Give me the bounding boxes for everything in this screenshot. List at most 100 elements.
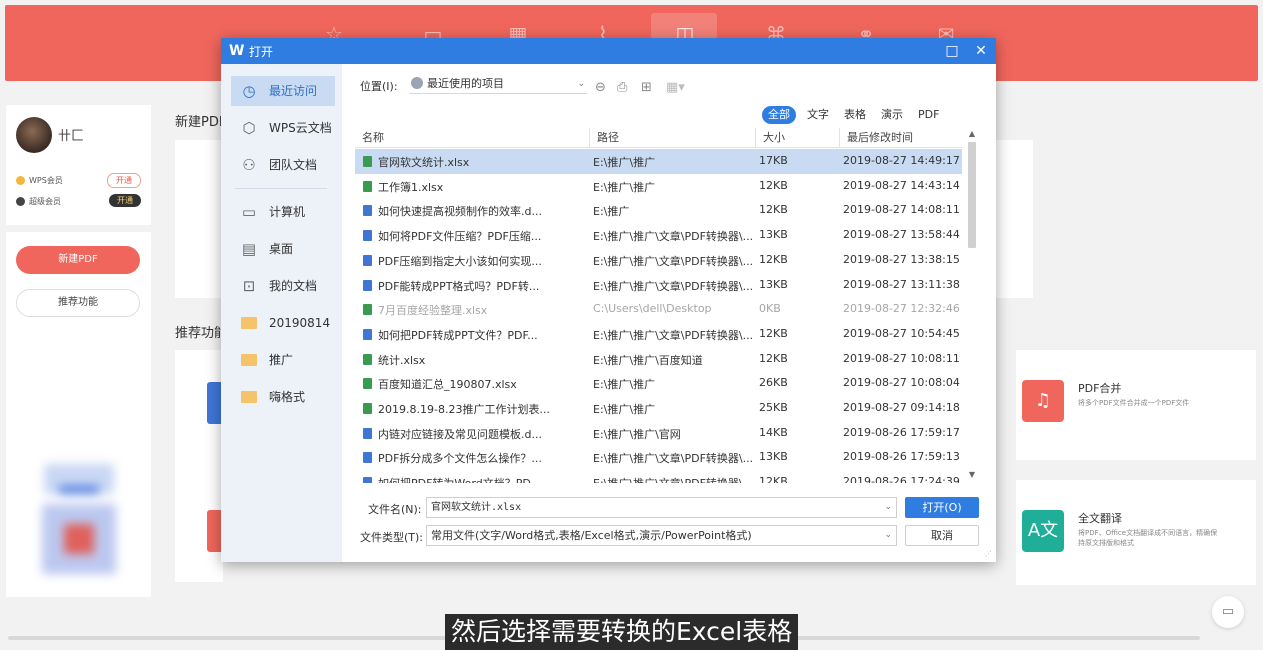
sidebar-item-computer[interactable]: ▭ 计算机	[231, 197, 335, 227]
cancel-button[interactable]: 取消	[905, 525, 979, 546]
sidebar-item-label: 桌面	[269, 242, 294, 256]
file-row[interactable]: PDF压缩到指定大小该如何实现... E:\推广\推广\文章\PDF转换器\...…	[355, 248, 962, 273]
file-row[interactable]: 工作簿1.xlsx E:\推广\推广 12KB 2019-08-27 14:43:14	[355, 174, 962, 199]
resize-grip-icon[interactable]: ⋰	[985, 550, 993, 558]
file-row[interactable]: 7月百度经验整理.xlsx C:\Users\dell\Desktop 0KB 201…	[355, 297, 962, 322]
chat-icon[interactable]: ▭	[1212, 596, 1244, 628]
file-row[interactable]: 官网软文统计.xlsx E:\推广\推广 17KB 2019-08-27 14:49:…	[355, 149, 962, 174]
super-vip-open-button[interactable]: 开通	[109, 194, 141, 207]
filter-all[interactable]: 全部	[762, 106, 796, 124]
file-row[interactable]: 2019.8.19-8.23推广工作计划表... E:\推广\推广 25KB 2019…	[355, 396, 962, 421]
sidebar-item-label: 最近访问	[269, 84, 318, 98]
file-list-scrollbar[interactable]: ▲ ▼	[966, 128, 978, 483]
file-name: 7月百度经验整理.xlsx	[363, 302, 593, 318]
file-modified: 2019-08-27 14:49:17	[843, 154, 960, 167]
sidebar-divider	[235, 188, 327, 189]
file-row[interactable]: 如何将PDF文件压缩？PDF压缩... E:\推广\推广\文章\PDF转换器\..…	[355, 223, 962, 248]
column-size[interactable]: 大小	[755, 128, 839, 148]
filename-value: 官网软文统计.xlsx	[431, 502, 522, 513]
file-name-text: 如何快速提高视频制作的效率.d...	[378, 205, 542, 219]
dialog-title-bar: W 打开 □ ✕	[221, 38, 996, 64]
avatar[interactable]	[16, 117, 52, 153]
sidebar-item-folder-haigeshi[interactable]: 嗨格式	[231, 382, 335, 412]
file-list: 官网软文统计.xlsx E:\推广\推广 17KB 2019-08-27 14:49:…	[355, 149, 962, 483]
column-path[interactable]: 路径	[589, 128, 755, 148]
filter-spreadsheet[interactable]: 表格	[838, 106, 872, 124]
file-row[interactable]: 统计.xlsx E:\推广\推广\百度知道 12KB 2019-08-27 10:08…	[355, 347, 962, 372]
file-path: E:\推广\推广\文章\PDF转换器\...	[593, 475, 753, 483]
sidebar-item-recent[interactable]: ◷ 最近访问	[231, 76, 335, 106]
file-size: 12KB	[759, 326, 788, 340]
file-row[interactable]: 百度知道汇总_190807.xlsx E:\推广\推广 26KB 2019-08-27…	[355, 371, 962, 396]
computer-icon: ▭	[241, 203, 257, 221]
pdf-merge-desc: 将多个PDF文件合并成一个PDF文件	[1078, 399, 1190, 407]
file-path: E:\推广\推广	[593, 378, 656, 392]
file-size: 13KB	[759, 450, 788, 464]
file-name-text: 如何把PDF转成PPT文件？PDF...	[378, 328, 538, 342]
scrollbar-thumb[interactable]	[968, 142, 976, 248]
file-modified: 2019-08-27 14:08:11	[843, 203, 960, 217]
new-folder-icon[interactable]: ⊞	[641, 80, 652, 95]
translate-icon: A文	[1022, 510, 1064, 552]
sidebar-item-folder-promotion[interactable]: 推广	[231, 345, 335, 375]
file-row[interactable]: 如何快速提高视频制作的效率.d... E:\推广 12KB 2019-08-27 14…	[355, 198, 962, 223]
folder-icon	[240, 352, 258, 368]
team-icon: ⚇	[242, 156, 256, 174]
sidebar-item-desktop[interactable]: ▤ 桌面	[231, 234, 335, 264]
file-size: 12KB	[759, 475, 788, 483]
sidebar-item-my-documents[interactable]: ⊡ 我的文档	[231, 271, 335, 301]
file-row[interactable]: 如何把PDF转成PPT文件？PDF... E:\推广\推广\文章\PDF转换器\.…	[355, 322, 962, 347]
filter-pdf[interactable]: PDF	[912, 106, 945, 124]
wps-vip-open-button[interactable]: 开通	[107, 173, 141, 188]
dialog-sidebar: ◷ 最近访问 ⬡ WPS云文档 ⚇ 团队文档 ▭ 计算机 ▤ 桌面 ⊡ 我的文档 20190…	[221, 64, 342, 562]
sidebar-item-folder-20190814[interactable]: 20190814 ...	[231, 308, 335, 360]
file-row[interactable]: PDF能转成PPT格式吗？PDF转... E:\推广\推广\文章\PDF转换器\.…	[355, 273, 962, 298]
file-modified: 2019-08-26 17:59:17	[843, 425, 960, 439]
pdf-merge-card[interactable]: ♫ PDF合并 将多个PDF文件合并成一个PDF文件	[1016, 350, 1256, 460]
filename-input[interactable]: 官网软文统计.xlsx ⌄	[426, 497, 897, 518]
recommended-features-button[interactable]: 推荐功能	[16, 289, 140, 317]
new-pdf-button[interactable]: 新建PDF	[16, 246, 140, 274]
chevron-down-icon[interactable]: ⌄	[884, 498, 892, 517]
column-name[interactable]: 名称	[355, 128, 589, 148]
sidebar-item-team-docs[interactable]: ⚇ 团队文档	[231, 150, 335, 180]
file-name: PDF能转成PPT格式吗？PDF转...	[363, 278, 593, 294]
dialog-title: 打开	[249, 45, 274, 59]
filetype-dropdown[interactable]: 常用文件(文字/Word格式,表格/Excel格式,演示/PowerPoint格…	[426, 525, 897, 546]
location-dropdown[interactable]: 最近使用的项目 ⌄	[409, 74, 587, 94]
new-pdf-card-right[interactable]	[995, 140, 1033, 298]
file-row[interactable]: 内链对应链接及常见问题模板.d... E:\推广\推广\官网 14KB 2019-08…	[355, 421, 962, 446]
open-button[interactable]: 打开(O)	[905, 497, 979, 518]
file-modified: 2019-08-27 10:08:04	[843, 376, 960, 390]
view-mode-icon[interactable]: ▦▾	[666, 80, 685, 95]
word-file-icon	[363, 279, 372, 291]
feature-card-left[interactable]	[175, 350, 223, 582]
file-name-text: PDF压缩到指定大小该如何实现...	[378, 254, 542, 268]
profile-card: 卄匚 WPS会员 开通 超级会员 开通	[6, 105, 151, 225]
full-translate-card[interactable]: A文 全文翻译 将PDF、Office文档翻译成不同语言，精确保持原文排版和格式	[1016, 480, 1256, 585]
recent-items-icon	[411, 77, 423, 89]
file-name-text: 百度知道汇总_190807.xlsx	[378, 378, 517, 392]
full-translate-title: 全文翻译	[1078, 512, 1122, 525]
scroll-down-icon[interactable]: ▼	[966, 469, 978, 481]
file-name-text: 7月百度经验整理.xlsx	[378, 304, 488, 318]
location-label: 位置(I):	[360, 80, 398, 93]
column-modified[interactable]: 最后修改时间	[839, 128, 962, 148]
scroll-up-icon[interactable]: ▲	[966, 128, 978, 140]
close-icon[interactable]: ✕	[971, 41, 991, 61]
filter-presentation[interactable]: 演示	[875, 106, 909, 124]
sidebar-item-wps-cloud[interactable]: ⬡ WPS云文档	[231, 113, 335, 143]
back-icon[interactable]: ⊖	[595, 80, 606, 95]
filename-label: 文件名(N):	[368, 503, 422, 516]
sidebar-item-label: 推广	[269, 353, 294, 367]
pdf-merge-icon: ♫	[1022, 380, 1064, 422]
folder-up-icon[interactable]: ⎙	[617, 80, 627, 95]
maximize-icon[interactable]: □	[942, 41, 962, 61]
wps-vip-row: WPS会员 开通	[16, 173, 141, 188]
excel-file-icon	[363, 156, 372, 167]
file-path: E:\推广\推广\百度知道	[593, 353, 703, 367]
file-row[interactable]: PDF拆分成多个文件怎么操作？... E:\推广\推广\文章\PDF转换器\...…	[355, 445, 962, 470]
filter-text[interactable]: 文字	[801, 106, 835, 124]
file-row[interactable]: 如何把PDF转为Word文档？PD... E:\推广\推广\文章\PDF转换器\.…	[355, 470, 962, 483]
excel-file-icon	[363, 403, 372, 414]
